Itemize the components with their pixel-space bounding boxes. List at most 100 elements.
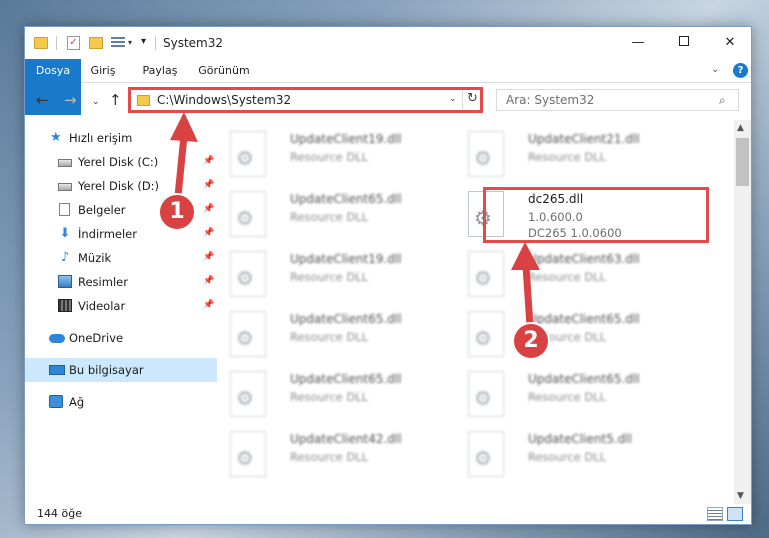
dll-file-icon <box>468 311 504 357</box>
recent-locations-button[interactable]: ⌄ <box>92 94 100 110</box>
dll-file-icon <box>230 131 266 177</box>
maximize-button[interactable] <box>661 27 707 59</box>
download-icon: ⬇ <box>59 226 71 241</box>
cloud-icon <box>49 334 65 343</box>
file-item[interactable]: UpdateClient5.dll Resource DLL <box>456 426 686 482</box>
up-button[interactable]: ↑ <box>109 92 122 108</box>
drive-icon <box>58 159 72 167</box>
toolbar-customize-dropdown[interactable]: ▾ <box>128 38 132 54</box>
file-item[interactable]: UpdateClient65.dll Resource DLL <box>218 366 448 422</box>
file-item[interactable]: UpdateClient21.dll Resource DLL <box>456 126 686 182</box>
explorer-window: ✓ ▾ ▾ System32 — ✕ Dosya Giriş Paylaş Gö… <box>24 26 752 525</box>
title-bar: ✓ ▾ ▾ System32 — ✕ <box>25 27 751 59</box>
sidebar-item-label: Yerel Disk (C:) <box>78 155 159 169</box>
dll-file-icon <box>230 371 266 417</box>
music-icon: ♪ <box>60 250 70 265</box>
address-separator <box>462 90 463 110</box>
file-description: Resource DLL <box>290 390 369 404</box>
sidebar-item-music[interactable]: ♪ Müzik 📌 <box>25 246 217 270</box>
sidebar-item-label: Belgeler <box>78 203 126 217</box>
address-path[interactable]: C:\Windows\System32 <box>157 93 291 107</box>
back-button[interactable]: ← <box>36 92 49 108</box>
sidebar-item-network[interactable]: Ağ <box>25 390 217 414</box>
scroll-down-icon[interactable]: ▼ <box>737 491 744 501</box>
sidebar-item-pictures[interactable]: Resimler 📌 <box>25 270 217 294</box>
ribbon-tabs: Dosya Giriş Paylaş Görünüm ⌄ ? <box>25 59 751 115</box>
expand-ribbon-icon[interactable]: ⌄ <box>711 64 719 75</box>
pin-icon[interactable]: 📌 <box>203 252 214 262</box>
file-item[interactable]: UpdateClient19.dll Resource DLL <box>218 246 448 302</box>
maximize-icon <box>679 36 689 46</box>
navigation-pane: ★ Hızlı erişim Yerel Disk (C:) 📌 Yerel D… <box>25 120 217 504</box>
scrollbar-thumb[interactable] <box>736 138 749 186</box>
pin-icon[interactable]: 📌 <box>203 228 214 238</box>
sidebar-item-label: Ağ <box>69 395 85 409</box>
close-button[interactable]: ✕ <box>707 27 753 59</box>
file-description: Resource DLL <box>528 390 607 404</box>
file-item[interactable]: UpdateClient42.dll Resource DLL <box>218 426 448 482</box>
file-item[interactable]: UpdateClient19.dll Resource DLL <box>218 126 448 182</box>
file-name: UpdateClient65.dll <box>290 312 402 326</box>
sidebar-item-label: Bu bilgisayar <box>69 363 144 377</box>
dll-file-icon <box>468 251 504 297</box>
refresh-icon[interactable]: ↻ <box>467 91 478 106</box>
pin-icon[interactable]: 📌 <box>203 156 214 166</box>
forward-button[interactable]: → <box>64 92 77 108</box>
file-item[interactable]: UpdateClient65.dll Resource DLL <box>218 306 448 362</box>
search-placeholder: Ara: System32 <box>506 93 595 107</box>
file-description: Resource DLL <box>528 270 607 284</box>
tab-home[interactable]: Giriş <box>83 59 123 83</box>
large-icons-view-icon[interactable] <box>727 507 743 521</box>
folder-icon <box>137 95 150 106</box>
chevron-down-icon[interactable]: ▾ <box>141 36 146 52</box>
minimize-button[interactable]: — <box>615 27 661 59</box>
sidebar-item-local-disk-c[interactable]: Yerel Disk (C:) 📌 <box>25 150 217 174</box>
file-item[interactable]: UpdateClient65.dll Resource DLL <box>456 306 686 362</box>
help-icon[interactable]: ? <box>733 63 748 78</box>
pin-icon[interactable]: 📌 <box>203 204 214 214</box>
sidebar-item-local-disk-d[interactable]: Yerel Disk (D:) 📌 <box>25 174 217 198</box>
sidebar-item-this-pc[interactable]: Bu bilgisayar <box>25 358 217 382</box>
scroll-up-icon[interactable]: ▲ <box>737 123 744 133</box>
sidebar-item-label: Hızlı erişim <box>69 131 133 145</box>
documents-icon <box>59 203 70 216</box>
new-folder-icon[interactable] <box>89 37 103 49</box>
callout-step-2: 2 <box>512 322 550 360</box>
address-dropdown-icon[interactable]: ⌄ <box>449 94 457 104</box>
rename-icon[interactable] <box>111 37 125 49</box>
network-icon <box>49 395 63 408</box>
sidebar-item-quick-access[interactable]: ★ Hızlı erişim <box>25 126 217 150</box>
search-icon[interactable]: ⌕ <box>719 93 726 108</box>
sidebar-item-label: OneDrive <box>69 331 124 345</box>
address-bar[interactable]: C:\Windows\System32 ⌄ ↻ <box>128 87 483 113</box>
pin-icon[interactable]: 📌 <box>203 180 214 190</box>
toolbar-separator <box>56 36 57 50</box>
navigation-bar: ← → ⌄ ↑ C:\Windows\System32 ⌄ ↻ Ara: Sys… <box>25 84 751 118</box>
file-item[interactable]: UpdateClient63.dll Resource DLL <box>456 246 686 302</box>
file-name: UpdateClient42.dll <box>290 432 402 446</box>
file-name: UpdateClient65.dll <box>528 372 640 386</box>
file-description: Resource DLL <box>528 450 607 464</box>
file-name: UpdateClient63.dll <box>528 252 640 266</box>
file-description: Resource DLL <box>290 150 369 164</box>
vertical-scrollbar[interactable]: ▲ ▼ <box>734 120 751 504</box>
computer-icon <box>49 365 65 375</box>
file-description: Resource DLL <box>528 150 607 164</box>
details-view-icon[interactable] <box>707 507 723 521</box>
window-title: System32 <box>163 36 224 50</box>
pin-icon[interactable]: 📌 <box>203 276 214 286</box>
pin-icon[interactable]: 📌 <box>203 300 214 310</box>
file-item[interactable]: UpdateClient65.dll Resource DLL <box>218 186 448 242</box>
tab-share[interactable]: Paylaş <box>135 59 185 83</box>
properties-check-icon[interactable]: ✓ <box>67 36 80 50</box>
star-icon: ★ <box>50 130 62 145</box>
tab-view[interactable]: Görünüm <box>195 59 253 83</box>
file-item[interactable]: UpdateClient65.dll Resource DLL <box>456 366 686 422</box>
sidebar-item-onedrive[interactable]: OneDrive <box>25 326 217 350</box>
callout-step-1: 1 <box>158 193 196 231</box>
drive-icon <box>58 183 72 191</box>
dc265-highlight-box <box>483 187 709 243</box>
sidebar-item-videos[interactable]: Videolar 📌 <box>25 294 217 318</box>
search-input[interactable]: Ara: System32 ⌕ <box>496 89 739 111</box>
file-description: Resource DLL <box>290 330 369 344</box>
